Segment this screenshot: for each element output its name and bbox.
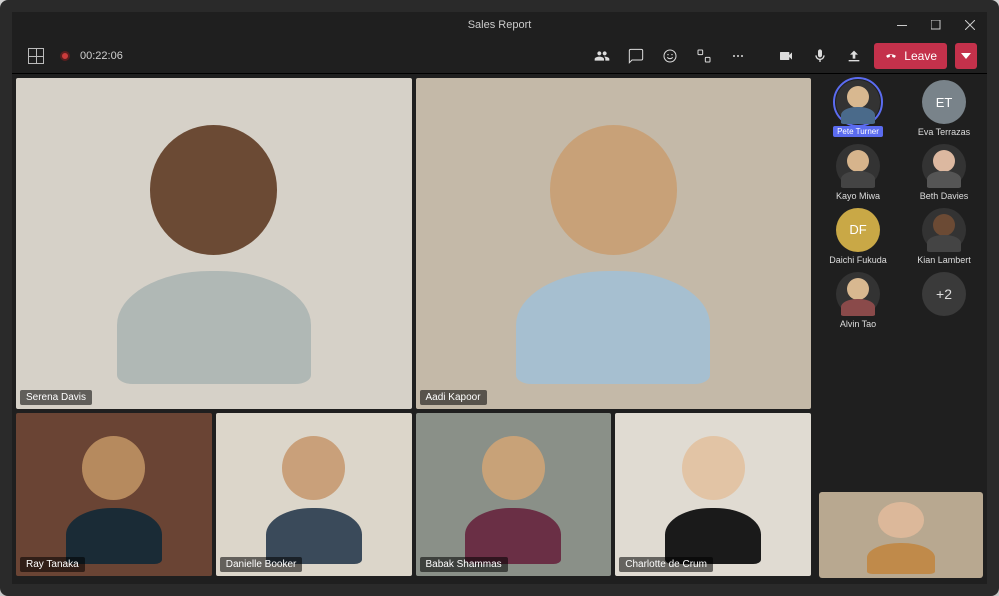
avatar bbox=[836, 80, 880, 124]
participant-name-pill: Pete Turner bbox=[833, 126, 883, 137]
sidebar-participant[interactable]: ET Eva Terrazas bbox=[905, 80, 983, 138]
overflow-participants-badge[interactable]: +2 bbox=[922, 272, 966, 316]
video-tile[interactable]: Babak Shammas bbox=[416, 413, 612, 576]
participant-name: Daichi Fukuda bbox=[829, 256, 887, 266]
recording-icon bbox=[60, 51, 70, 61]
layout-grid-button[interactable] bbox=[22, 42, 50, 70]
video-tile[interactable]: Danielle Booker bbox=[216, 413, 412, 576]
meeting-toolbar: 00:22:06 Leave bbox=[12, 38, 987, 74]
leave-label: Leave bbox=[904, 49, 937, 63]
breakout-rooms-button[interactable] bbox=[690, 42, 718, 70]
leave-button[interactable]: Leave bbox=[874, 43, 947, 69]
participant-name-tag: Charlotte de Crum bbox=[619, 557, 713, 572]
participant-video bbox=[216, 413, 412, 576]
maximize-button[interactable] bbox=[919, 12, 953, 38]
participant-name: Kian Lambert bbox=[917, 256, 971, 266]
participant-name-tag: Ray Tanaka bbox=[20, 557, 85, 572]
close-button[interactable] bbox=[953, 12, 987, 38]
avatar bbox=[836, 144, 880, 188]
window-controls bbox=[885, 12, 987, 38]
meeting-timer: 00:22:06 bbox=[80, 50, 123, 62]
chat-button[interactable] bbox=[622, 42, 650, 70]
participant-video bbox=[416, 78, 812, 409]
share-button[interactable] bbox=[840, 42, 868, 70]
grid-icon bbox=[28, 48, 44, 64]
video-grid: Serena Davis Aadi Kapoor Ray Tanaka Dani… bbox=[12, 74, 815, 584]
participant-name-tag: Aadi Kapoor bbox=[420, 390, 487, 405]
phone-hangup-icon bbox=[884, 49, 898, 63]
people-button[interactable] bbox=[588, 42, 616, 70]
participant-name: Kayo Miwa bbox=[836, 192, 880, 202]
reactions-button[interactable] bbox=[656, 42, 684, 70]
participant-name: Eva Terrazas bbox=[918, 128, 970, 138]
mic-button[interactable] bbox=[806, 42, 834, 70]
video-tile[interactable]: Charlotte de Crum bbox=[615, 413, 811, 576]
participant-name: Beth Davies bbox=[920, 192, 969, 202]
participants-sidebar: Pete Turner ET Eva Terrazas Kayo Miwa Beth D… bbox=[815, 74, 987, 584]
participant-video bbox=[16, 78, 412, 409]
sidebar-participant[interactable]: Kayo Miwa bbox=[819, 144, 897, 202]
sidebar-participant[interactable]: Pete Turner bbox=[819, 80, 897, 138]
sidebar-participant[interactable]: Kian Lambert bbox=[905, 208, 983, 266]
participant-name-tag: Babak Shammas bbox=[420, 557, 508, 572]
participant-video bbox=[16, 413, 212, 576]
window-title: Sales Report bbox=[468, 19, 532, 31]
participant-video bbox=[615, 413, 811, 576]
sidebar-participant[interactable]: Beth Davies bbox=[905, 144, 983, 202]
participant-video bbox=[416, 413, 612, 576]
sidebar-participant[interactable]: +2 bbox=[905, 272, 983, 330]
participant-name: Alvin Tao bbox=[840, 320, 876, 330]
avatar: ET bbox=[922, 80, 966, 124]
leave-options-button[interactable] bbox=[955, 43, 977, 69]
video-tile[interactable]: Ray Tanaka bbox=[16, 413, 212, 576]
avatar bbox=[836, 272, 880, 316]
self-view[interactable] bbox=[819, 492, 983, 578]
meeting-window: Sales Report 00:22:06 Leave bbox=[0, 0, 999, 596]
avatar bbox=[922, 208, 966, 252]
participant-name-tag: Serena Davis bbox=[20, 390, 92, 405]
participant-name-tag: Danielle Booker bbox=[220, 557, 303, 572]
more-actions-button[interactable] bbox=[724, 42, 752, 70]
titlebar: Sales Report bbox=[12, 12, 987, 38]
avatar bbox=[922, 144, 966, 188]
video-tile[interactable]: Aadi Kapoor bbox=[416, 78, 812, 409]
camera-button[interactable] bbox=[772, 42, 800, 70]
sidebar-participant[interactable]: Alvin Tao bbox=[819, 272, 897, 330]
avatar: DF bbox=[836, 208, 880, 252]
sidebar-participant[interactable]: DF Daichi Fukuda bbox=[819, 208, 897, 266]
video-tile[interactable]: Serena Davis bbox=[16, 78, 412, 409]
minimize-button[interactable] bbox=[885, 12, 919, 38]
